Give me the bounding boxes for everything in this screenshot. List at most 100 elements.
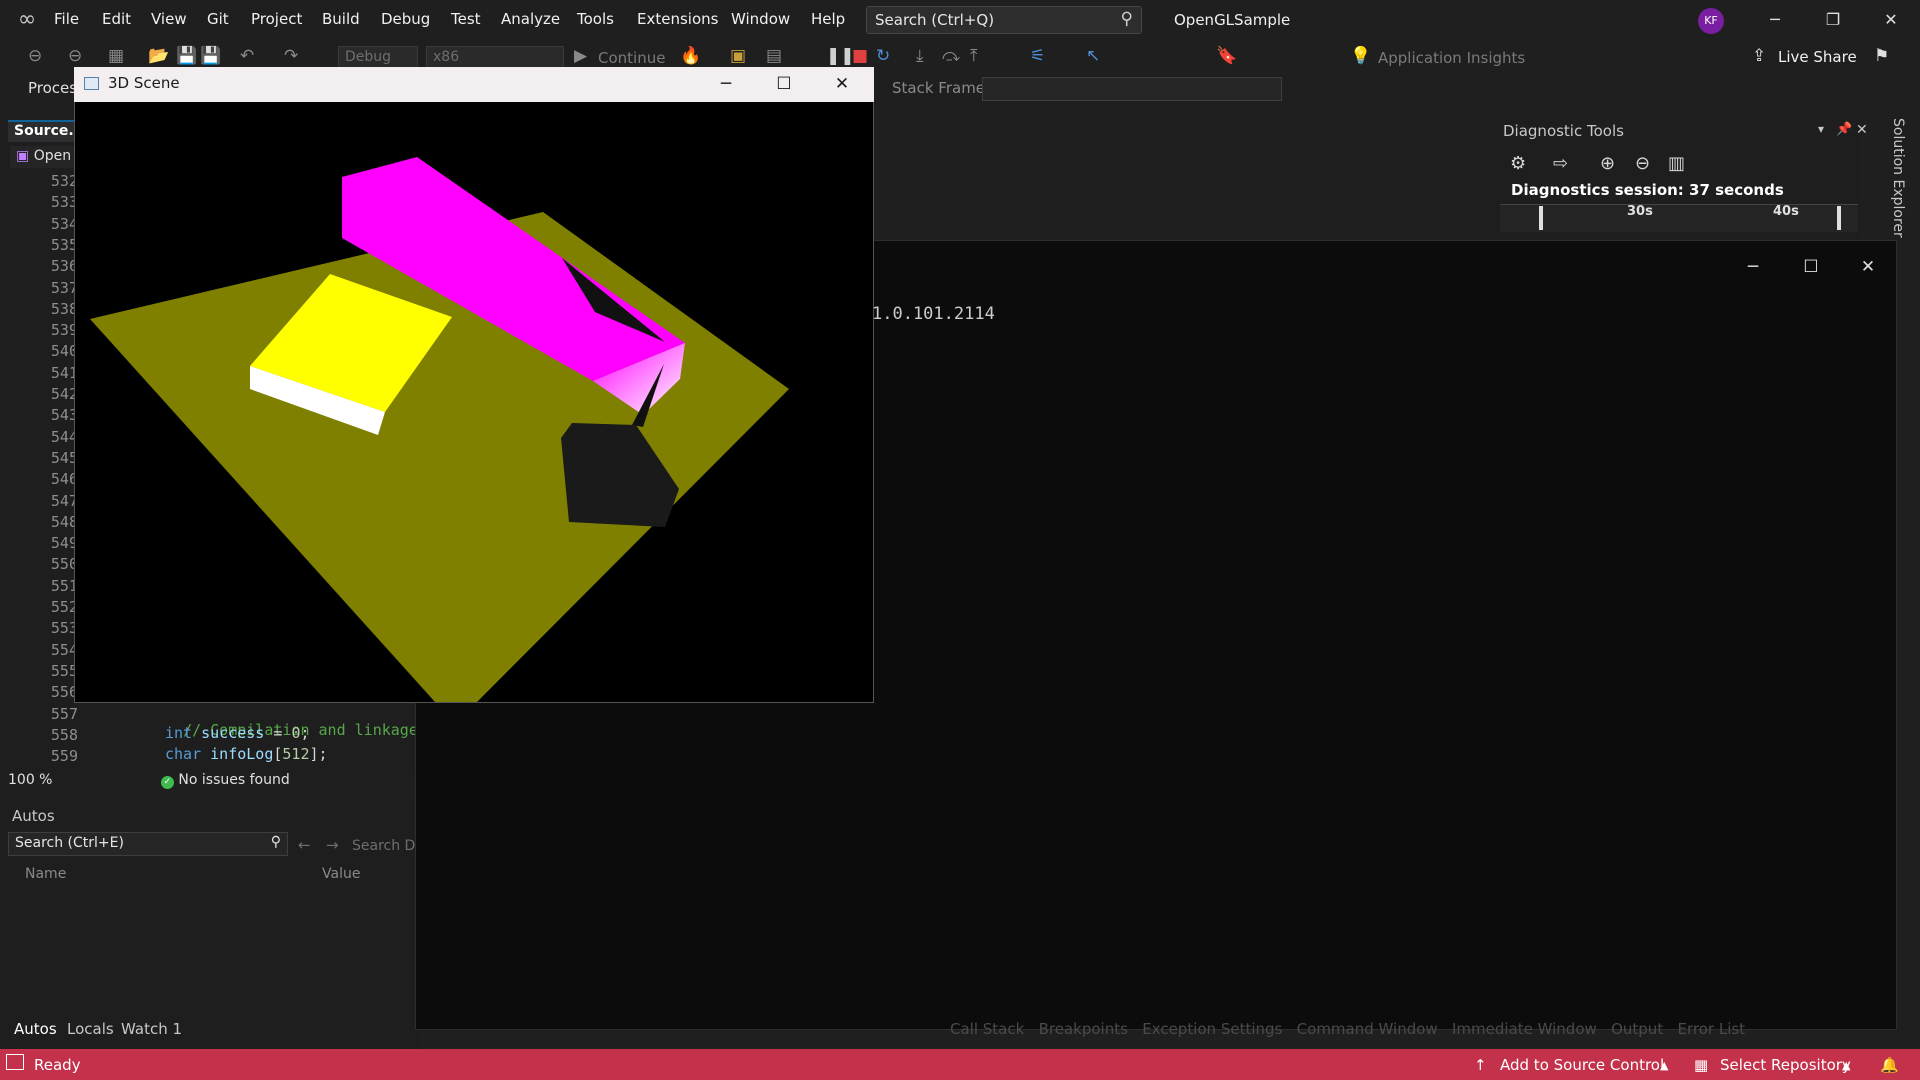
autos-search-input[interactable]: Search (Ctrl+E) ⚲: [8, 832, 288, 856]
zoom-level-combo[interactable]: 100 %: [8, 772, 52, 788]
tab-watch-1[interactable]: Watch 1: [121, 1020, 182, 1038]
repository-icon: ▦: [1694, 1056, 1709, 1074]
add-to-source-control-button[interactable]: Add to Source Control: [1500, 1056, 1664, 1074]
maximize-icon[interactable]: ☐: [1788, 252, 1834, 282]
new-project-icon[interactable]: ▦: [108, 46, 124, 66]
issues-status[interactable]: No issues found: [178, 772, 289, 788]
pause-icon[interactable]: ❚❚: [826, 46, 855, 66]
menu-test[interactable]: Test: [451, 10, 481, 28]
code-number: 512: [282, 745, 310, 763]
attach-icon[interactable]: ▣: [730, 46, 746, 66]
tab-immediate-window[interactable]: Immediate Window: [1452, 1020, 1597, 1038]
tab-error-list[interactable]: Error List: [1678, 1020, 1746, 1038]
menu-help[interactable]: Help: [811, 10, 845, 28]
menu-file[interactable]: File: [54, 10, 79, 28]
tab-output[interactable]: Output: [1611, 1020, 1663, 1038]
tab-command-window[interactable]: Command Window: [1297, 1020, 1438, 1038]
application-insights-button[interactable]: Application Insights: [1378, 49, 1525, 67]
timeline-ruler[interactable]: [1500, 204, 1858, 232]
settings-icon[interactable]: ⚙: [1510, 153, 1526, 174]
tab-locals[interactable]: Locals: [67, 1020, 114, 1038]
chart-icon[interactable]: ▥: [1668, 153, 1685, 174]
tab-call-stack[interactable]: Call Stack: [950, 1020, 1024, 1038]
timeline-tick-40s: 40s: [1773, 204, 1799, 219]
close-icon[interactable]: ✕: [1845, 252, 1891, 282]
menu-debug[interactable]: Debug: [381, 10, 430, 28]
undo-icon[interactable]: ↶: [240, 46, 254, 66]
menu-edit[interactable]: Edit: [102, 10, 131, 28]
open-folder-icon[interactable]: 📂: [148, 46, 169, 66]
back-arrow-icon[interactable]: ←: [298, 836, 311, 854]
solution-explorer-side-tab[interactable]: Solution Explorer: [1886, 118, 1906, 238]
lightbulb-icon[interactable]: 💡: [1350, 46, 1371, 66]
code-keyword: char: [165, 745, 202, 763]
visual-studio-logo-icon[interactable]: ∞: [12, 7, 42, 33]
line-number: 548: [50, 512, 78, 531]
diagnostics-icon[interactable]: ⚟: [1030, 46, 1045, 66]
dropdown-icon[interactable]: ▾: [1818, 122, 1824, 136]
code-line-558[interactable]: int success = 0;: [165, 724, 310, 742]
save-icon[interactable]: 💾: [176, 46, 197, 66]
minimize-icon[interactable]: ─: [1752, 6, 1798, 34]
save-all-icon[interactable]: 💾: [200, 46, 221, 66]
feedback-icon[interactable]: ⚑: [1874, 46, 1889, 66]
scene-viewport[interactable]: [75, 102, 873, 702]
stack-frame-combo[interactable]: [982, 77, 1282, 101]
continue-icon[interactable]: ▶: [574, 46, 587, 66]
tab-exception-settings[interactable]: Exception Settings: [1142, 1020, 1282, 1038]
stop-icon[interactable]: ■: [852, 46, 868, 66]
menu-git[interactable]: Git: [207, 10, 229, 28]
tab-breakpoints[interactable]: Breakpoints: [1039, 1020, 1128, 1038]
maximize-icon[interactable]: ☐: [761, 70, 807, 98]
menu-tools[interactable]: Tools: [577, 10, 614, 28]
redo-icon[interactable]: ↷: [284, 46, 298, 66]
notifications-icon[interactable]: 🔔: [1880, 1056, 1899, 1074]
line-number: 544: [50, 427, 78, 446]
step-out-icon[interactable]: ⤒: [970, 46, 978, 66]
close-icon[interactable]: ✕: [1868, 6, 1914, 34]
timeline-start-marker[interactable]: [1539, 206, 1543, 230]
forward-icon[interactable]: ⊖: [68, 46, 82, 66]
pin-icon[interactable]: 📌: [1836, 122, 1852, 137]
minimize-icon[interactable]: ─: [1730, 252, 1776, 282]
menu-view[interactable]: View: [151, 10, 187, 28]
line-number: 550: [50, 555, 78, 574]
close-icon[interactable]: ✕: [819, 70, 865, 98]
step-into-icon[interactable]: ⤓: [916, 46, 924, 66]
menu-build[interactable]: Build: [322, 10, 360, 28]
hot-reload-icon[interactable]: 🔥: [680, 46, 701, 66]
avatar[interactable]: KF: [1698, 8, 1724, 34]
bookmark-icon[interactable]: 🔖: [1216, 46, 1237, 66]
status-window-icon: [6, 1054, 24, 1070]
autos-search-placeholder: Search (Ctrl+E): [15, 835, 124, 851]
restore-icon[interactable]: ❐: [1810, 6, 1856, 34]
export-icon[interactable]: ⇨: [1553, 153, 1568, 174]
column-header-value[interactable]: Value: [322, 866, 360, 882]
forward-arrow-icon[interactable]: →: [326, 836, 339, 854]
line-number: 536: [50, 257, 78, 276]
code-line-559[interactable]: char infoLog[512];: [165, 745, 328, 763]
scene-window-title: 3D Scene: [108, 74, 180, 92]
menu-project[interactable]: Project: [251, 10, 302, 28]
layout-icon[interactable]: ▤: [766, 46, 782, 66]
minimize-icon[interactable]: ─: [703, 70, 749, 98]
zoom-out-icon[interactable]: ⊖: [1635, 153, 1650, 174]
scene-window-titlebar[interactable]: [74, 67, 874, 102]
timeline-end-marker[interactable]: [1837, 206, 1841, 230]
step-over-icon[interactable]: ⤼: [942, 46, 960, 66]
column-header-name[interactable]: Name: [25, 866, 66, 882]
menu-window[interactable]: Window: [731, 10, 790, 28]
restart-icon[interactable]: ↻: [876, 46, 890, 66]
tab-autos[interactable]: Autos: [14, 1020, 57, 1038]
cursor-icon[interactable]: ↖: [1086, 46, 1100, 66]
close-icon[interactable]: ✕: [1856, 122, 1868, 138]
menu-analyze[interactable]: Analyze: [501, 10, 560, 28]
continue-button[interactable]: Continue: [598, 49, 665, 67]
live-share-button[interactable]: Live Share: [1778, 48, 1857, 66]
zoom-in-icon[interactable]: ⊕: [1600, 153, 1615, 174]
search-input[interactable]: Search (Ctrl+Q) ⚲: [866, 6, 1142, 34]
select-repository-button[interactable]: Select Repository: [1720, 1056, 1851, 1074]
back-icon[interactable]: ⊖: [28, 46, 42, 66]
menu-extensions[interactable]: Extensions: [637, 10, 718, 28]
search-placeholder: Search (Ctrl+Q): [875, 11, 995, 29]
